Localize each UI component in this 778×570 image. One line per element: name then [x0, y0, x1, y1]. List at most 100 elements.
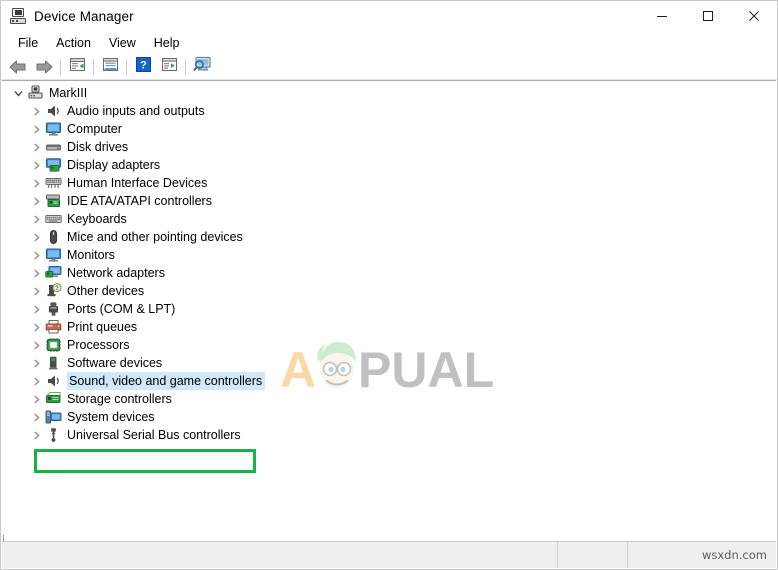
tree-root-node[interactable]: MarkIII — [2, 84, 776, 102]
minimize-button[interactable] — [639, 1, 685, 31]
chevron-right-icon[interactable] — [28, 319, 44, 335]
device-tree[interactable]: MarkIII Audio inputs and outputs Compute… — [2, 81, 776, 444]
tree-item-network-adapters[interactable]: Network adapters — [2, 264, 776, 282]
title-bar: Device Manager — [1, 1, 777, 31]
tree-item-display-adapters[interactable]: Display adapters — [2, 156, 776, 174]
mouse-icon — [45, 229, 62, 245]
device-tree-panel[interactable]: A PUALS — [2, 80, 776, 541]
tree-item-print-queues[interactable]: Print queues — [2, 318, 776, 336]
tree-item-ide-ata-atapi-controllers[interactable]: IDE ATA/ATAPI controllers — [2, 192, 776, 210]
toolbar: ? — [1, 54, 777, 80]
tree-item-universal-serial-bus-controllers[interactable]: Universal Serial Bus controllers — [2, 426, 776, 444]
storage-controller-icon — [45, 391, 62, 407]
chevron-right-icon[interactable] — [28, 175, 44, 191]
keyboard-icon — [45, 211, 62, 227]
tree-item-label: Universal Serial Bus controllers — [67, 428, 241, 442]
status-segment-2 — [558, 542, 628, 568]
show-hidden-devices-button[interactable] — [189, 55, 215, 78]
tree-item-label: IDE ATA/ATAPI controllers — [67, 194, 212, 208]
chevron-right-icon[interactable] — [28, 337, 44, 353]
chevron-right-icon[interactable] — [28, 193, 44, 209]
tree-item-label: Network adapters — [67, 266, 165, 280]
speaker-icon — [45, 103, 62, 119]
chevron-right-icon[interactable] — [28, 301, 44, 317]
window-controls — [639, 1, 777, 31]
forward-button[interactable] — [31, 55, 57, 78]
tree-item-sound-video-and-game-controllers[interactable]: Sound, video and game controllers — [2, 372, 776, 390]
tree-item-label: Monitors — [67, 248, 115, 262]
tree-item-other-devices[interactable]: ? Other devices — [2, 282, 776, 300]
tree-item-keyboards[interactable]: Keyboards — [2, 210, 776, 228]
usb-icon — [45, 427, 62, 443]
back-icon — [9, 60, 27, 74]
properties-button[interactable] — [64, 55, 90, 78]
scan-hardware-changes-button[interactable] — [156, 55, 182, 78]
tree-root-label: MarkIII — [49, 86, 88, 100]
svg-text:?: ? — [140, 59, 147, 71]
monitor-icon — [45, 247, 62, 263]
chevron-right-icon[interactable] — [28, 157, 44, 173]
chevron-right-icon[interactable] — [28, 211, 44, 227]
menu-view[interactable]: View — [100, 34, 145, 52]
toolbar-separator — [126, 58, 127, 75]
chevron-right-icon[interactable] — [28, 229, 44, 245]
software-device-icon — [45, 355, 62, 371]
chevron-right-icon[interactable] — [28, 391, 44, 407]
update-driver-button[interactable] — [97, 55, 123, 78]
status-bar: wsxdn.com — [2, 541, 776, 568]
help-button[interactable]: ? — [130, 55, 156, 78]
tree-item-label: Disk drives — [67, 140, 129, 154]
menu-help[interactable]: Help — [145, 34, 189, 52]
scan-hardware-changes-icon — [161, 57, 178, 77]
tree-item-mice-and-other-pointing-devices[interactable]: Mice and other pointing devices — [2, 228, 776, 246]
tree-item-label: Sound, video and game controllers — [69, 374, 263, 388]
close-button[interactable] — [731, 1, 777, 31]
tree-item-label: Software devices — [67, 356, 163, 370]
tree-item-label: Storage controllers — [67, 392, 172, 406]
show-hidden-devices-icon — [192, 56, 212, 77]
menu-action[interactable]: Action — [47, 34, 100, 52]
display-adapter-icon — [45, 157, 62, 173]
chevron-right-icon[interactable] — [28, 121, 44, 137]
tree-item-human-interface-devices[interactable]: Human Interface Devices — [2, 174, 776, 192]
back-button[interactable] — [5, 55, 31, 78]
network-adapter-icon — [45, 265, 62, 281]
tree-item-label: Ports (COM & LPT) — [67, 302, 176, 316]
tree-item-processors[interactable]: Processors — [2, 336, 776, 354]
chevron-right-icon[interactable] — [28, 283, 44, 299]
toolbar-separator — [93, 58, 94, 75]
chevron-right-icon[interactable] — [28, 103, 44, 119]
chevron-right-icon[interactable] — [28, 139, 44, 155]
tree-item-software-devices[interactable]: Software devices — [2, 354, 776, 372]
chevron-right-icon[interactable] — [28, 355, 44, 371]
chevron-right-icon[interactable] — [28, 373, 44, 389]
tree-item-monitors[interactable]: Monitors — [2, 246, 776, 264]
status-segment-1 — [2, 542, 558, 568]
monitor-icon — [45, 121, 62, 137]
menu-bar: File Action View Help — [1, 31, 777, 54]
menu-file[interactable]: File — [9, 34, 47, 52]
chevron-right-icon[interactable] — [28, 409, 44, 425]
forward-icon — [35, 60, 53, 74]
tree-item-disk-drives[interactable]: Disk drives — [2, 138, 776, 156]
maximize-button[interactable] — [685, 1, 731, 31]
tree-item-ports[interactable]: Ports (COM & LPT) — [2, 300, 776, 318]
chevron-down-icon[interactable] — [10, 85, 26, 101]
chevron-right-icon[interactable] — [28, 247, 44, 263]
toolbar-separator — [60, 58, 61, 75]
tree-item-storage-controllers[interactable]: Storage controllers — [2, 390, 776, 408]
window-title: Device Manager — [34, 8, 134, 24]
other-devices-icon: ? — [45, 283, 62, 299]
properties-icon — [69, 57, 86, 77]
tree-item-audio-inputs-and-outputs[interactable]: Audio inputs and outputs — [2, 102, 776, 120]
green-highlight-box — [34, 449, 256, 473]
chevron-right-icon[interactable] — [28, 427, 44, 443]
printer-icon — [45, 319, 62, 335]
tree-item-label: Audio inputs and outputs — [67, 104, 205, 118]
toolbar-separator — [185, 58, 186, 75]
chevron-right-icon[interactable] — [28, 265, 44, 281]
tree-item-label: Computer — [67, 122, 122, 136]
tree-item-computer[interactable]: Computer — [2, 120, 776, 138]
tree-item-system-devices[interactable]: System devices — [2, 408, 776, 426]
selected-label-highlight: Sound, video and game controllers — [67, 372, 266, 390]
